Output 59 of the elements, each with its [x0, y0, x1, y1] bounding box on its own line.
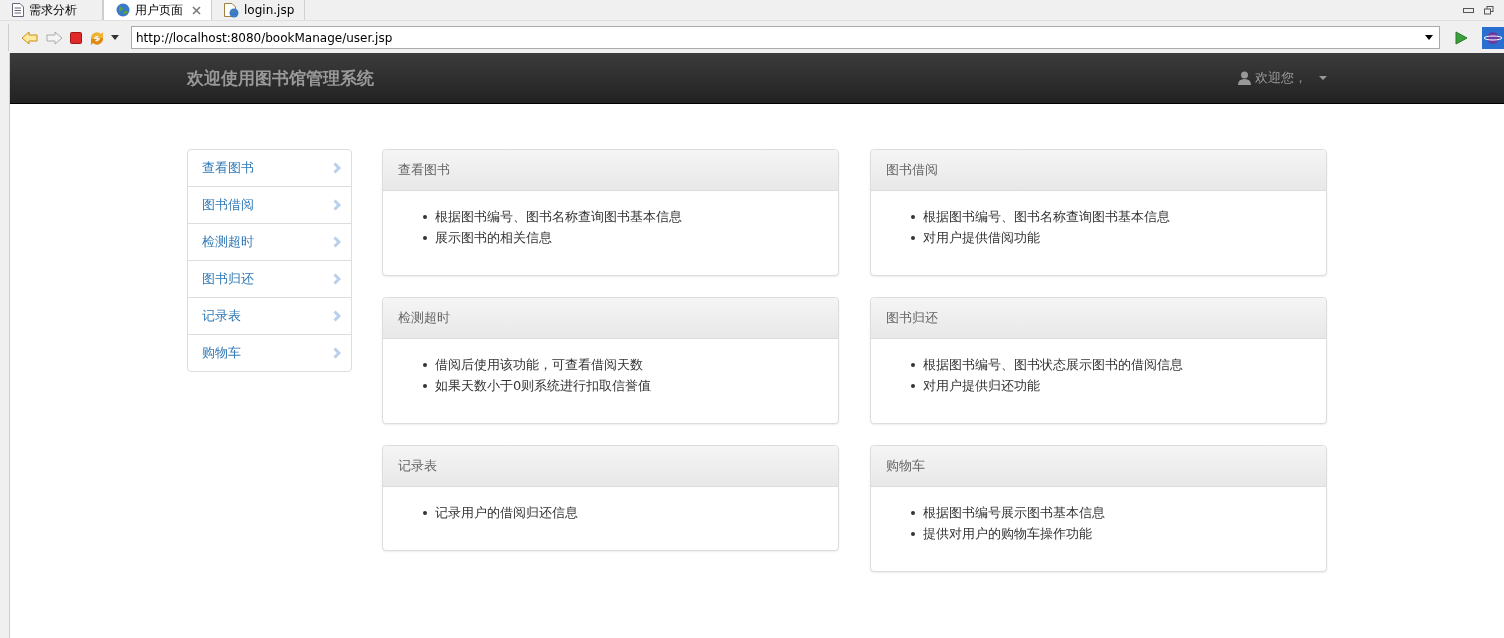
- bullet-icon: [911, 362, 915, 367]
- bullet-icon: [911, 383, 915, 388]
- bullet-icon: [423, 383, 427, 388]
- user-menu[interactable]: 欢迎您，: [1238, 69, 1327, 87]
- chevron-icon: [333, 310, 341, 322]
- list-item: 根据图书编号、图书状态展示图书的借阅信息: [923, 355, 1183, 374]
- site-title[interactable]: 欢迎使用图书馆管理系统: [187, 66, 374, 90]
- globe-icon[interactable]: [1482, 26, 1504, 49]
- chevron-icon: [333, 347, 341, 359]
- list-item: 根据图书编号、图书名称查询图书基本信息: [923, 207, 1170, 226]
- sidebar-item[interactable]: 查看图书: [188, 150, 351, 186]
- document-icon: [12, 3, 24, 17]
- list-item: 借阅后使用该功能，可查看借阅天数: [435, 355, 643, 374]
- panel-title: 查看图书: [383, 150, 838, 191]
- sidebar-item[interactable]: 图书借阅: [188, 186, 351, 223]
- sidebar-item[interactable]: 图书归还: [188, 260, 351, 297]
- chevron-icon: [333, 273, 341, 285]
- bullet-icon: [423, 510, 427, 515]
- sidebar-item[interactable]: 记录表: [188, 297, 351, 334]
- url-field[interactable]: http://localhost:8080/bookManage/user.jsp: [131, 26, 1440, 49]
- panel-title: 记录表: [383, 446, 838, 487]
- bullet-icon: [911, 214, 915, 219]
- panel-title: 图书归还: [871, 298, 1326, 339]
- bullet-icon: [911, 235, 915, 240]
- panel-title: 图书借阅: [871, 150, 1326, 191]
- bullet-icon: [423, 362, 427, 367]
- sidebar-item[interactable]: 购物车: [188, 334, 351, 371]
- restore-icon[interactable]: [1484, 5, 1494, 15]
- file-icon: [224, 2, 239, 18]
- chevron-icon: [333, 199, 341, 211]
- bullet-icon: [911, 510, 915, 515]
- chevron-icon: [333, 162, 341, 174]
- list-item: 如果天数小于0则系统进行扣取信誉值: [435, 376, 652, 395]
- bullet-icon: [423, 235, 427, 240]
- caret-icon: [1319, 76, 1327, 80]
- editor-tab[interactable]: 需求分析: [0, 0, 103, 20]
- minimize-icon[interactable]: [1463, 7, 1474, 13]
- dropdown-icon[interactable]: [111, 35, 119, 40]
- list-item: 根据图书编号展示图书基本信息: [923, 503, 1105, 522]
- list-item: 提供对用户的购物车操作功能: [923, 524, 1092, 543]
- chevron-icon: [333, 236, 341, 248]
- list-item: 对用户提供归还功能: [923, 376, 1040, 395]
- editor-tab[interactable]: login.jsp: [212, 0, 306, 20]
- bullet-icon: [423, 214, 427, 219]
- list-item: 对用户提供借阅功能: [923, 228, 1040, 247]
- user-icon: [1238, 71, 1251, 85]
- sidebar-item[interactable]: 检测超时: [188, 223, 351, 260]
- dropdown-icon[interactable]: [1425, 35, 1433, 40]
- go-icon[interactable]: [1454, 30, 1468, 45]
- panel-title: 检测超时: [383, 298, 838, 339]
- stop-icon[interactable]: [69, 30, 83, 45]
- list-item: 记录用户的借阅归还信息: [435, 503, 578, 522]
- list-item: 根据图书编号、图书名称查询图书基本信息: [435, 207, 682, 226]
- editor-tab[interactable]: 用户页面: [103, 0, 212, 20]
- panel-title: 购物车: [871, 446, 1326, 487]
- bullet-icon: [911, 531, 915, 536]
- globe-icon: [116, 3, 130, 17]
- close-icon[interactable]: [192, 5, 201, 15]
- list-item: 展示图书的相关信息: [435, 228, 552, 247]
